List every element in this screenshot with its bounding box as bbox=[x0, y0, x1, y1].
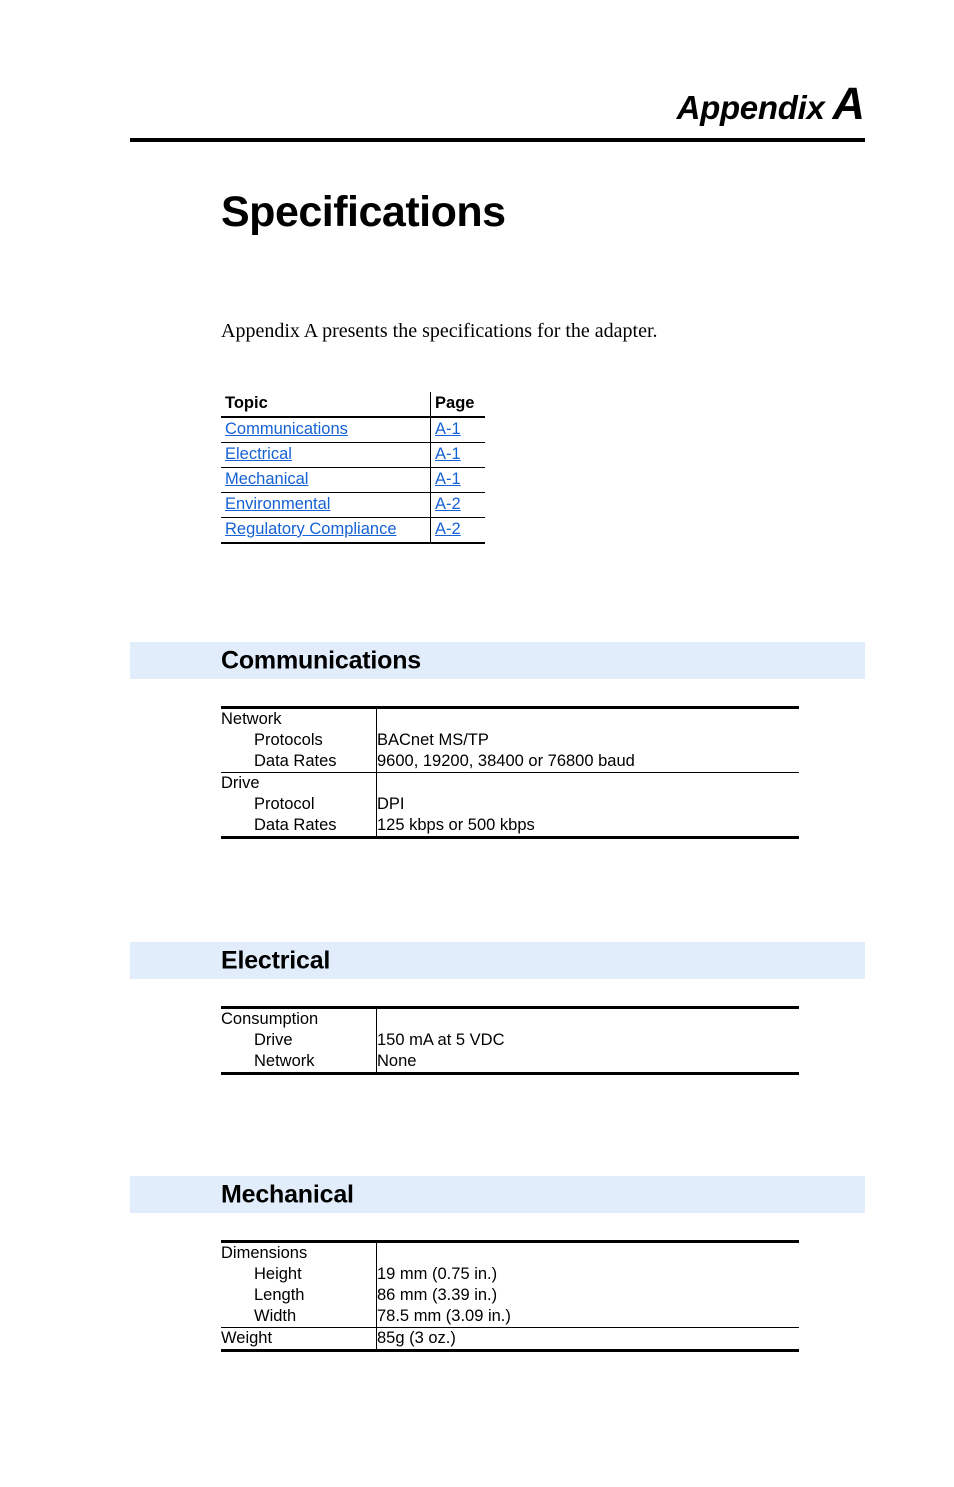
toc-topic-cell: Environmental bbox=[221, 492, 431, 518]
table-row: Regulatory Compliance A-2 bbox=[221, 517, 485, 544]
spec-value: 86 mm (3.39 in.) bbox=[377, 1286, 498, 1304]
section-heading-label: Electrical bbox=[221, 946, 331, 974]
table-header-row: Topic Page bbox=[221, 392, 485, 418]
spec-label: Drive bbox=[254, 1031, 293, 1049]
spec-value: None bbox=[377, 1052, 417, 1070]
spec-value: 9600, 19200, 38400 or 76800 baud bbox=[377, 752, 635, 770]
spec-label: Data Rates bbox=[254, 752, 337, 770]
spec-group-row: Weight 85g (3 oz.) bbox=[221, 1327, 799, 1352]
spec-value: 150 mA at 5 VDC bbox=[377, 1031, 505, 1049]
spec-group-row: Dimensions Height Length Width 19 mm (0.75 … bbox=[221, 1241, 800, 1328]
toc-page-link[interactable]: A-1 bbox=[435, 420, 461, 438]
spec-value-cell: DPI 125 kbps or 500 kbps bbox=[376, 772, 799, 839]
spec-label: Network bbox=[221, 710, 282, 728]
toc-topic-cell: Communications bbox=[221, 417, 431, 443]
toc-page-link[interactable]: A-2 bbox=[435, 520, 461, 538]
toc-page-cell: A-1 bbox=[430, 417, 485, 443]
spec-label-cell: Dimensions Height Length Width bbox=[221, 1241, 377, 1328]
spec-label-cell: Network Protocols Data Rates bbox=[221, 707, 377, 773]
toc-page-link[interactable]: A-1 bbox=[435, 445, 461, 463]
toc-topic-cell: Regulatory Compliance bbox=[221, 517, 431, 544]
spec-label: Protocol bbox=[254, 795, 315, 813]
toc-topic-cell: Electrical bbox=[221, 442, 431, 468]
toc-page-link[interactable]: A-2 bbox=[435, 495, 461, 513]
appendix-header: Appendix A bbox=[130, 78, 865, 130]
toc-topic-link[interactable]: Regulatory Compliance bbox=[225, 520, 397, 538]
spec-value: DPI bbox=[377, 795, 405, 813]
intro-paragraph: Appendix A presents the specifications f… bbox=[221, 320, 658, 342]
spec-value-cell: 85g (3 oz.) bbox=[376, 1327, 799, 1352]
spec-value-cell: 150 mA at 5 VDC None bbox=[376, 1007, 799, 1075]
spec-label: Drive bbox=[221, 774, 260, 792]
header-rule-divider bbox=[130, 138, 865, 142]
spec-label: Height bbox=[254, 1265, 302, 1283]
section-heading-band-communications: Communications bbox=[130, 642, 865, 679]
table-row: Mechanical A-1 bbox=[221, 467, 485, 493]
appendix-letter: A bbox=[832, 78, 866, 129]
section-heading-label: Mechanical bbox=[221, 1180, 354, 1208]
table-row: Communications A-1 bbox=[221, 417, 485, 443]
toc-topic-link[interactable]: Communications bbox=[225, 420, 348, 438]
section-heading-band-mechanical: Mechanical bbox=[130, 1176, 865, 1213]
spec-label: Weight bbox=[221, 1329, 273, 1347]
spec-label: Consumption bbox=[221, 1010, 319, 1028]
spec-value: BACnet MS/TP bbox=[377, 731, 489, 749]
spec-value: 125 kbps or 500 kbps bbox=[377, 816, 535, 834]
toc-page-cell: A-2 bbox=[430, 517, 485, 544]
spec-value-cell: BACnet MS/TP 9600, 19200, 38400 or 76800 … bbox=[377, 708, 800, 773]
spec-value: 85g (3 oz.) bbox=[377, 1329, 456, 1347]
spec-label-cell: Drive Protocol Data Rates bbox=[221, 772, 377, 839]
section-heading-band-electrical: Electrical bbox=[130, 942, 865, 979]
column-header-topic: Topic bbox=[221, 392, 431, 418]
spec-label: Protocols bbox=[254, 731, 323, 749]
spec-value-cell: 19 mm (0.75 in.) 86 mm (3.39 in.) 78.5 mm … bbox=[377, 1242, 800, 1328]
spec-group-row: Consumption Drive Network 150 mA at 5 VDC N… bbox=[221, 1007, 799, 1075]
spec-label: Length bbox=[254, 1286, 305, 1304]
toc-topic-link[interactable]: Electrical bbox=[225, 445, 292, 463]
table-row: Environmental A-2 bbox=[221, 492, 485, 518]
spec-table-communications: Network Protocols Data Rates BACnet MS/TP 9… bbox=[221, 706, 799, 839]
toc-page-cell: A-2 bbox=[430, 492, 485, 518]
spec-table-electrical: Consumption Drive Network 150 mA at 5 VDC N… bbox=[221, 1006, 799, 1075]
toc-topic-link[interactable]: Environmental bbox=[225, 495, 330, 513]
spec-label-cell: Weight bbox=[221, 1327, 377, 1352]
spec-value: 78.5 mm (3.09 in.) bbox=[377, 1307, 511, 1325]
spec-label: Width bbox=[254, 1307, 297, 1325]
spec-table-mechanical: Dimensions Height Length Width 19 mm (0.75 … bbox=[221, 1240, 799, 1352]
section-heading-label: Communications bbox=[221, 646, 421, 674]
toc-topic-cell: Mechanical bbox=[221, 467, 431, 493]
spec-label: Data Rates bbox=[254, 816, 337, 834]
toc-page-link[interactable]: A-1 bbox=[435, 470, 461, 488]
toc-page-cell: A-1 bbox=[430, 442, 485, 468]
topic-page-table: Topic Page Communications A-1 Electrical A-… bbox=[221, 392, 485, 544]
spec-label: Network bbox=[254, 1052, 315, 1070]
spec-group-row: Drive Protocol Data Rates DPI 125 kbps or 5… bbox=[221, 772, 799, 839]
document-page: Appendix A Specifications Appendix A pres… bbox=[0, 0, 954, 1487]
spec-label: Dimensions bbox=[221, 1244, 308, 1262]
spec-group-row: Network Protocols Data Rates BACnet MS/TP 9… bbox=[221, 707, 800, 773]
table-row: Electrical A-1 bbox=[221, 442, 485, 468]
toc-topic-link[interactable]: Mechanical bbox=[225, 470, 308, 488]
spec-value: 19 mm (0.75 in.) bbox=[377, 1265, 498, 1283]
toc-page-cell: A-1 bbox=[430, 467, 485, 493]
column-header-page: Page bbox=[430, 392, 485, 418]
page-title: Specifications bbox=[221, 188, 506, 236]
appendix-label: Appendix bbox=[676, 89, 825, 126]
spec-label-cell: Consumption Drive Network bbox=[221, 1007, 377, 1075]
